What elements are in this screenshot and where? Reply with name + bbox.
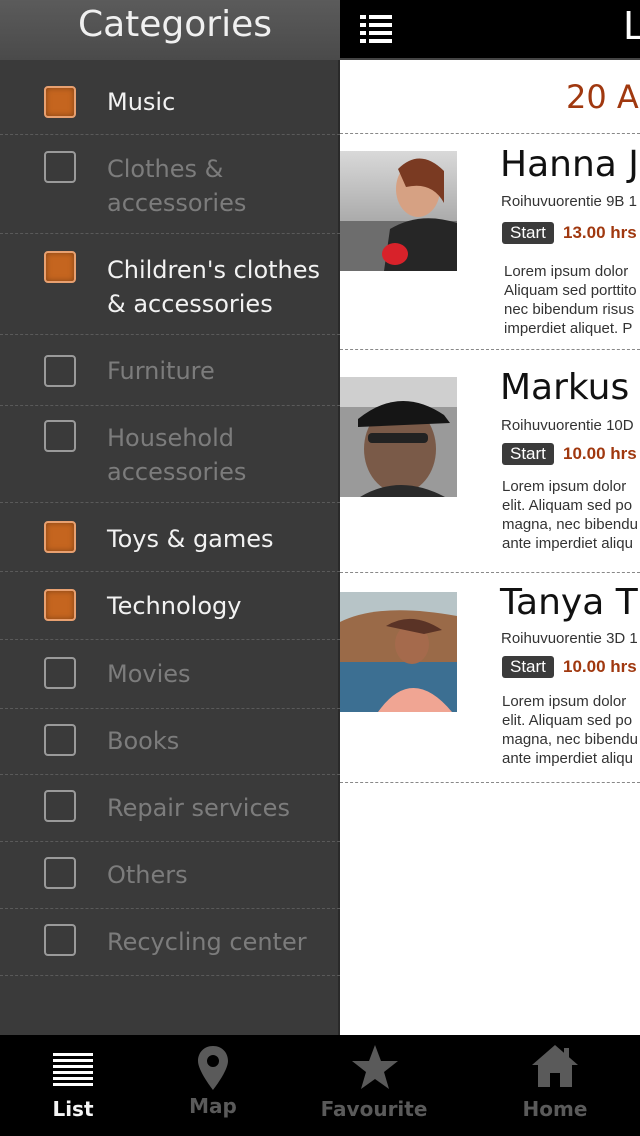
categories-drawer: Categories Music Clothes & accessories C… — [0, 0, 340, 1035]
home-icon — [532, 1045, 578, 1087]
start-time: 10.00 hrs — [563, 657, 637, 676]
tab-map[interactable]: Map — [158, 1035, 268, 1136]
tab-label: Home — [522, 1097, 588, 1121]
start-badge: Start — [502, 222, 554, 244]
drawer-title: Categories — [77, 4, 273, 45]
drawer-header: Categories — [0, 0, 340, 60]
description-line: magna, nec bibendu — [502, 516, 638, 533]
description-line: nec bibendum risus — [504, 301, 635, 318]
category-label: Recycling center — [107, 928, 307, 956]
category-item[interactable]: Recycling center — [0, 909, 340, 976]
event-photo — [340, 592, 457, 712]
event-host-name: Hanna Jo — [500, 144, 640, 185]
category-item[interactable]: Children's clothes & accessories — [0, 234, 340, 335]
description-line: Aliquam sed porttito — [504, 282, 637, 299]
category-label: Repair services — [107, 794, 290, 822]
event-description: Lorem ipsum dolor elit. Aliquam sed po m… — [502, 692, 640, 768]
tab-label: List — [52, 1097, 94, 1121]
event-address: Roihuvuorentie 3D 1 — [501, 630, 638, 647]
event-photo — [340, 151, 457, 271]
bottom-tab-bar: List Map Favourite Home — [0, 1035, 640, 1136]
description-line: ante imperdiet aliqu — [502, 535, 633, 552]
event-item[interactable]: Markus L Roihuvuorentie 10D Start 10.00 … — [340, 357, 640, 573]
category-label: Children's clothes & accessories — [107, 256, 321, 318]
event-item[interactable]: Hanna Jo Roihuvuorentie 9B 1 Start 13.00… — [340, 134, 640, 350]
event-host-name: Tanya T — [500, 582, 638, 623]
category-item[interactable]: Furniture — [0, 335, 340, 406]
tab-list[interactable]: List — [18, 1035, 128, 1136]
category-label: Technology — [107, 592, 242, 620]
tab-label: Map — [189, 1094, 237, 1118]
category-checkbox[interactable] — [44, 251, 76, 283]
category-checkbox[interactable] — [44, 724, 76, 756]
start-badge: Start — [502, 443, 554, 465]
category-checkbox[interactable] — [44, 355, 76, 387]
category-label: Toys & games — [107, 525, 274, 553]
event-address: Roihuvuorentie 9B 1 — [501, 193, 637, 210]
category-label: Books — [107, 727, 180, 755]
event-list-panel: L 20 Ap Hanna Jo Roihuvuorentie 9B 1 Sta… — [340, 0, 640, 1035]
start-time: 13.00 hrs — [563, 223, 637, 242]
event-description: Lorem ipsum dolor Aliquam sed porttito n… — [504, 262, 640, 338]
category-item[interactable]: Music — [0, 60, 340, 135]
category-checkbox[interactable] — [44, 589, 76, 621]
event-item[interactable]: Tanya T Roihuvuorentie 3D 1 Start 10.00 … — [340, 572, 640, 783]
category-checkbox[interactable] — [44, 857, 76, 889]
description-line: Lorem ipsum dolor — [502, 693, 627, 710]
category-label: Clothes & accessories — [107, 155, 247, 217]
category-item[interactable]: Household accessories — [0, 406, 340, 503]
category-item[interactable]: Repair services — [0, 775, 340, 842]
tab-home[interactable]: Home — [500, 1035, 610, 1136]
category-item[interactable]: Technology — [0, 572, 340, 640]
description-line: Lorem ipsum dolor — [502, 478, 627, 495]
map-pin-icon — [198, 1046, 228, 1090]
description-line: elit. Aliquam sed po — [502, 497, 633, 514]
category-label: Household accessories — [107, 424, 247, 486]
category-checkbox[interactable] — [44, 657, 76, 689]
description-line: magna, nec bibendu — [502, 731, 638, 748]
category-item[interactable]: Others — [0, 842, 340, 909]
event-photo — [340, 377, 457, 497]
main-top-bar: L — [340, 0, 640, 60]
tab-label: Favourite — [320, 1097, 428, 1121]
category-checkbox[interactable] — [44, 521, 76, 553]
category-checkbox[interactable] — [44, 151, 76, 183]
category-item[interactable]: Clothes & accessories — [0, 135, 340, 234]
event-host-name: Markus L — [500, 367, 640, 408]
start-time: 10.00 hrs — [563, 444, 637, 463]
description-line: imperdiet aliquet. P — [504, 320, 633, 337]
category-label: Others — [107, 861, 188, 889]
menu-list-icon[interactable] — [360, 14, 392, 46]
description-line: Lorem ipsum dolor — [504, 263, 629, 280]
description-line: elit. Aliquam sed po — [502, 712, 633, 729]
category-item[interactable]: Movies — [0, 640, 340, 709]
category-item[interactable]: Books — [0, 709, 340, 775]
category-label: Music — [107, 88, 176, 116]
star-icon — [352, 1045, 398, 1089]
category-label: Movies — [107, 660, 191, 688]
start-badge: Start — [502, 656, 554, 678]
category-label: Furniture — [107, 357, 215, 385]
tab-favourite[interactable]: Favourite — [314, 1035, 434, 1136]
category-checkbox[interactable] — [44, 86, 76, 118]
page-title: L — [623, 4, 640, 48]
category-item[interactable]: Toys & games — [0, 503, 340, 572]
category-checkbox[interactable] — [44, 420, 76, 452]
category-checkbox[interactable] — [44, 924, 76, 956]
event-description: Lorem ipsum dolor elit. Aliquam sed po m… — [502, 477, 640, 553]
event-address: Roihuvuorentie 10D — [501, 417, 634, 434]
description-line: ante imperdiet aliqu — [502, 750, 633, 767]
list-icon — [53, 1053, 93, 1086]
category-checkbox[interactable] — [44, 790, 76, 822]
date-heading: 20 Ap — [566, 78, 640, 116]
